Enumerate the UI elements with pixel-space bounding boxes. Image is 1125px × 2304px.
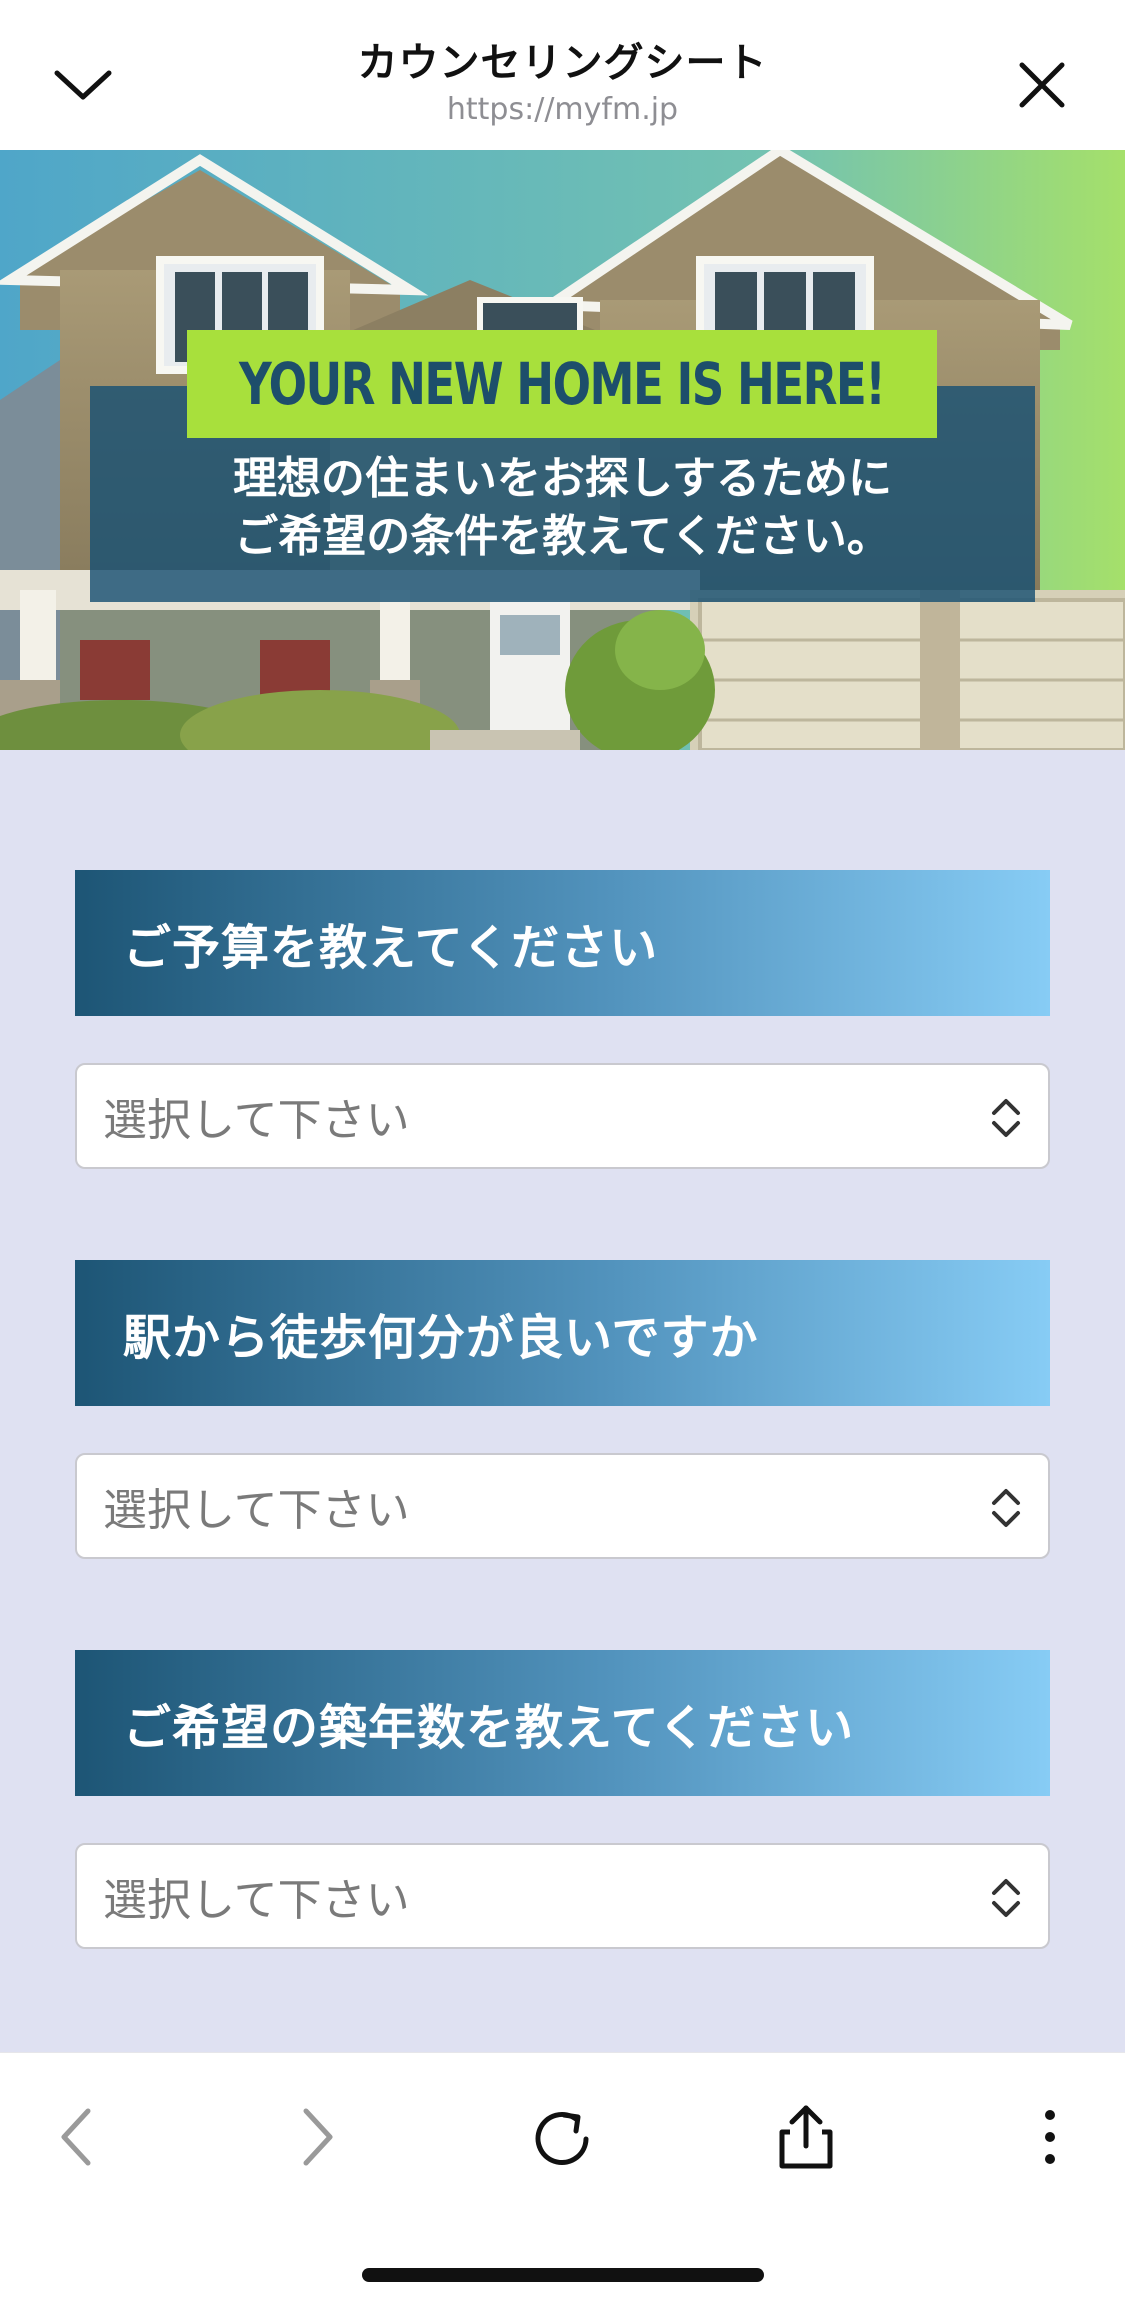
walk-time-select[interactable]: 選択して下さい: [75, 1453, 1050, 1559]
browser-header: カウンセリングシート https://myfm.jp: [0, 0, 1125, 150]
question-header-budget: ご予算を教えてください: [75, 870, 1050, 1016]
page-url: https://myfm.jp: [446, 92, 679, 127]
page-title: カウンセリングシート: [357, 40, 768, 86]
hero-banner: YOUR NEW HOME IS HERE! 理想の住まいをお探しするために ご…: [0, 150, 1125, 750]
budget-select[interactable]: 選択して下さい: [75, 1063, 1050, 1169]
updown-chevron-icon: [992, 1489, 1020, 1527]
question-label: 駅から徒歩何分が良いですか: [123, 1310, 759, 1366]
hero-message-line2: ご希望の条件を教えてください。: [234, 511, 891, 562]
question-header-building-age: ご希望の築年数を教えてください: [75, 1650, 1050, 1796]
more-icon[interactable]: [1010, 2097, 1090, 2177]
question-label: ご予算を教えてください: [123, 920, 659, 976]
close-icon[interactable]: [1007, 50, 1077, 120]
hero-headline-banner: YOUR NEW HOME IS HERE!: [187, 330, 937, 438]
question-label: ご希望の築年数を教えてください: [123, 1700, 855, 1756]
select-value: 選択して下さい: [103, 1095, 410, 1146]
select-value: 選択して下さい: [103, 1485, 410, 1536]
hero-message-line1: 理想の住まいをお探しするために: [232, 453, 893, 504]
browser-toolbar: [0, 2052, 1125, 2304]
forward-icon[interactable]: [278, 2097, 358, 2177]
question-header-walk-time: 駅から徒歩何分が良いですか: [75, 1260, 1050, 1406]
updown-chevron-icon: [992, 1099, 1020, 1137]
share-icon[interactable]: [766, 2097, 846, 2177]
hero-headline: YOUR NEW HOME IS HERE!: [239, 350, 886, 418]
building-age-select[interactable]: 選択して下さい: [75, 1843, 1050, 1949]
select-value: 選択して下さい: [103, 1875, 410, 1926]
hero-message: 理想の住まいをお探しするために ご希望の条件を教えてください。: [90, 450, 1035, 566]
updown-chevron-icon: [992, 1879, 1020, 1917]
home-indicator[interactable]: [362, 2268, 764, 2282]
screen: カウンセリングシート https://myfm.jp YOUR NEW HOME…: [0, 0, 1125, 2304]
back-icon[interactable]: [36, 2097, 116, 2177]
reload-icon[interactable]: [522, 2097, 602, 2177]
